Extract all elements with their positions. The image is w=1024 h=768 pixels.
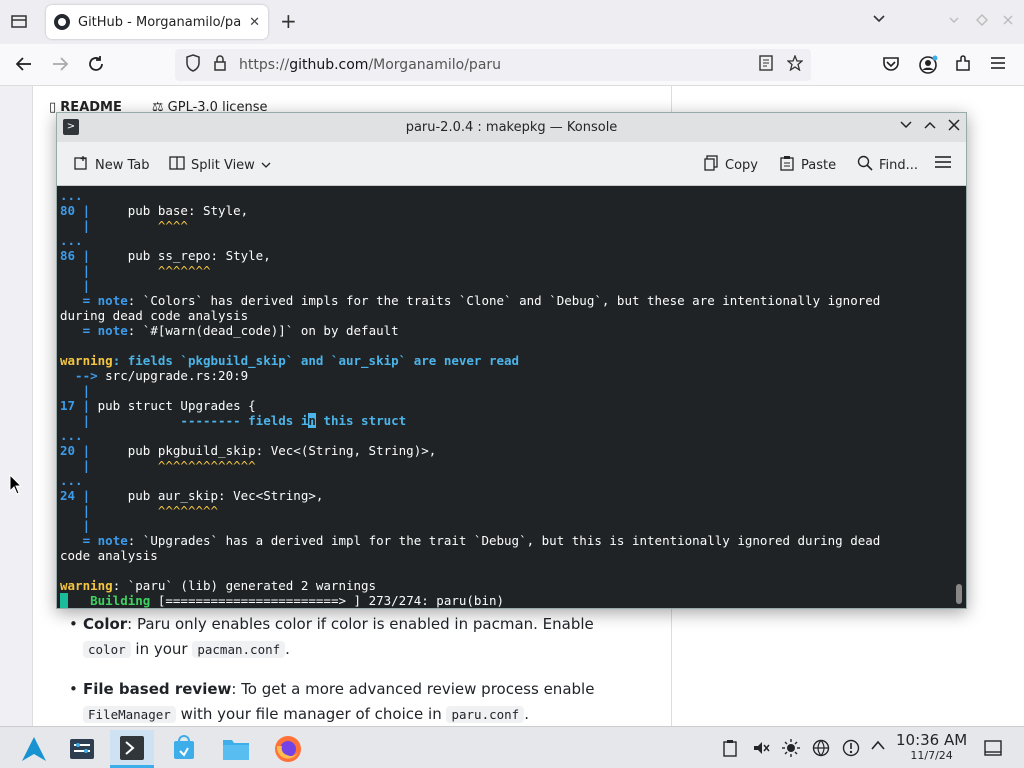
paste-icon: [779, 155, 795, 175]
clock-time: 10:36 AM: [896, 731, 968, 749]
window-minimize-icon[interactable]: [948, 14, 960, 28]
forward-arrow-icon[interactable]: [50, 54, 70, 79]
clipboard-icon[interactable]: [722, 739, 738, 761]
show-desktop-icon[interactable]: [984, 739, 1002, 761]
search-icon: [857, 155, 873, 175]
discover-store-icon[interactable]: [162, 730, 206, 768]
lock-icon[interactable]: [213, 55, 227, 75]
inline-code: FileManager: [83, 706, 176, 723]
back-arrow-icon[interactable]: [14, 54, 34, 79]
shield-icon[interactable]: [185, 54, 201, 76]
firefox-icon[interactable]: [266, 730, 310, 768]
account-icon[interactable]: [918, 55, 938, 80]
konsole-task-icon[interactable]: [110, 730, 154, 768]
terminal-cursor: n: [308, 413, 316, 428]
browser-tab-github[interactable]: GitHub - Morganamilo/par ✕: [46, 5, 268, 39]
github-icon: [54, 14, 70, 30]
browser-nav-bar: https://github.com/Morganamilo/paru: [0, 44, 1024, 86]
clock[interactable]: 10:36 AM 11/7/24: [896, 731, 967, 762]
window-close-icon[interactable]: [1002, 14, 1014, 29]
inline-code: pacman.conf: [192, 641, 286, 658]
konsole-window[interactable]: > paru-2.0.4 : makepkg — Konsole New Tab…: [56, 112, 967, 609]
app-launcher-icon[interactable]: [12, 730, 56, 768]
browser-tab-bar: GitHub - Morganamilo/par ✕ +: [0, 0, 1024, 44]
new-tab-button[interactable]: New Tab: [73, 155, 150, 175]
tab-close-icon[interactable]: ✕: [249, 15, 260, 30]
split-view-button[interactable]: Split View: [169, 155, 271, 175]
inline-code: paru.conf: [446, 706, 525, 723]
konsole-titlebar[interactable]: > paru-2.0.4 : makepkg — Konsole: [57, 113, 966, 142]
window-maximize-icon[interactable]: [976, 14, 988, 29]
chevron-down-icon[interactable]: [872, 12, 886, 28]
bookmark-star-icon[interactable]: [786, 54, 804, 75]
hamburger-menu-icon[interactable]: [935, 155, 951, 169]
clock-date: 11/7/24: [910, 749, 953, 762]
volume-muted-icon[interactable]: [752, 739, 770, 761]
chevron-down-icon: [261, 158, 271, 173]
find-button[interactable]: Find...: [857, 155, 918, 175]
reload-icon[interactable]: [86, 54, 106, 79]
list-item: • File based review: To get a more advan…: [69, 680, 595, 723]
terminal-output[interactable]: ... 80 | pub base: Style, | ^^^^ ... 86 …: [57, 186, 966, 608]
minimize-icon[interactable]: [899, 118, 913, 136]
extensions-icon[interactable]: [954, 55, 972, 78]
maximize-icon[interactable]: [923, 118, 937, 136]
file-manager-icon[interactable]: [214, 730, 258, 768]
konsole-toolbar: New Tab Split View Copy Paste Find...: [57, 142, 966, 186]
mouse-pointer-icon: [9, 474, 23, 495]
new-tab-icon: [73, 155, 89, 175]
terminal-icon: >: [63, 119, 79, 135]
new-tab-button[interactable]: +: [280, 11, 297, 31]
tab-list-icon[interactable]: [10, 12, 30, 32]
tab-title: GitHub - Morganamilo/par: [78, 14, 242, 30]
input-cursor: [60, 593, 68, 608]
taskbar: 10:36 AM 11/7/24: [0, 726, 1024, 768]
tray-expand-chevron-icon[interactable]: [870, 739, 886, 755]
brightness-icon[interactable]: [782, 739, 800, 761]
list-item: • Color: Paru only enables color if colo…: [69, 615, 594, 658]
updates-icon[interactable]: [842, 739, 860, 761]
url-text[interactable]: https://github.com/Morganamilo/paru: [239, 57, 501, 73]
address-bar[interactable]: https://github.com/Morganamilo/paru: [175, 49, 811, 81]
window-title: paru-2.0.4 : makepkg — Konsole: [405, 120, 618, 135]
reader-view-icon[interactable]: [759, 55, 773, 75]
system-settings-icon[interactable]: [60, 730, 104, 768]
terminal-scrollbar[interactable]: [956, 584, 962, 604]
split-view-icon: [169, 155, 185, 175]
inline-code: color: [83, 641, 131, 658]
close-icon[interactable]: [947, 118, 961, 136]
pocket-icon[interactable]: [882, 55, 900, 78]
paste-button[interactable]: Paste: [779, 155, 836, 175]
hamburger-menu-icon[interactable]: [990, 55, 1006, 76]
copy-button[interactable]: Copy: [703, 155, 758, 175]
copy-icon: [703, 155, 719, 175]
network-icon[interactable]: [812, 739, 830, 761]
